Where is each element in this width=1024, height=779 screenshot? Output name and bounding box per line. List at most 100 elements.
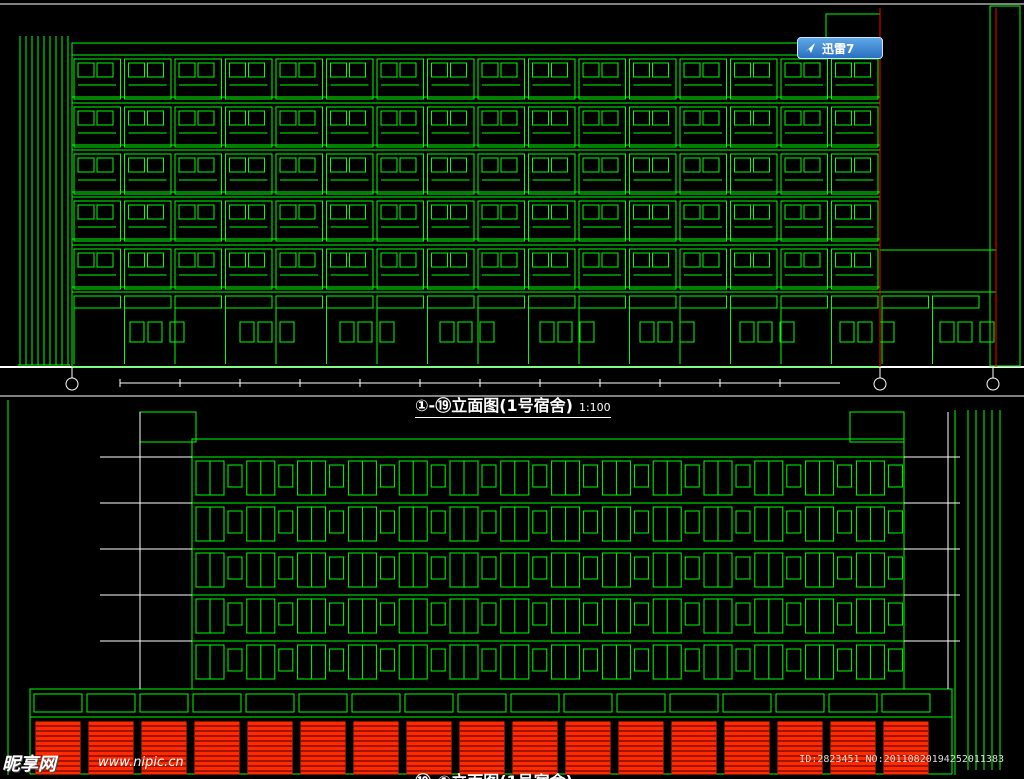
window-pane bbox=[229, 204, 246, 220]
axis-bubble bbox=[65, 377, 79, 391]
door-unit bbox=[430, 602, 446, 626]
door-unit bbox=[329, 464, 345, 488]
door-unit bbox=[786, 510, 802, 534]
door-unit bbox=[633, 464, 649, 488]
window-pane bbox=[551, 157, 568, 173]
clerestory-window bbox=[510, 693, 560, 713]
door-unit bbox=[837, 648, 853, 672]
door-unit bbox=[227, 648, 243, 672]
clerestory-window bbox=[578, 295, 626, 309]
window-pane bbox=[753, 110, 770, 126]
window-pane bbox=[128, 62, 145, 78]
window-pane bbox=[279, 204, 297, 220]
clerestory-window bbox=[275, 295, 323, 309]
window-pane bbox=[450, 204, 467, 220]
window-pane bbox=[77, 110, 95, 126]
window-pane bbox=[551, 252, 568, 268]
window-pane bbox=[702, 252, 720, 268]
window-pane bbox=[803, 204, 821, 220]
door-unit bbox=[786, 602, 802, 626]
clerestory-window bbox=[86, 693, 136, 713]
shop-door bbox=[439, 321, 455, 343]
window-pane bbox=[77, 252, 95, 268]
window-pane bbox=[784, 110, 802, 126]
window-pane bbox=[349, 157, 366, 173]
shop-door bbox=[457, 321, 473, 343]
window-pane bbox=[854, 252, 871, 268]
window-pane bbox=[702, 157, 720, 173]
door-unit bbox=[329, 602, 345, 626]
window-pane bbox=[229, 252, 246, 268]
elevation-drawing bbox=[0, 3, 1024, 775]
bird-icon bbox=[805, 43, 815, 53]
window-pane bbox=[96, 110, 114, 126]
window-pane bbox=[147, 252, 164, 268]
shop-door bbox=[539, 321, 555, 343]
window-pane bbox=[279, 62, 297, 78]
window-pane bbox=[652, 204, 669, 220]
window-pane bbox=[349, 252, 366, 268]
door-unit bbox=[481, 556, 497, 580]
window-pane bbox=[399, 252, 417, 268]
window-pane bbox=[450, 110, 467, 126]
watermark-logo: 昵享网 bbox=[2, 754, 56, 775]
window-pane bbox=[652, 62, 669, 78]
shop-door bbox=[147, 321, 163, 343]
window-pane bbox=[835, 157, 852, 173]
window-pane bbox=[197, 252, 215, 268]
shop-door bbox=[129, 321, 145, 343]
window-pane bbox=[481, 110, 499, 126]
door-unit bbox=[379, 648, 395, 672]
shop-door bbox=[479, 321, 495, 343]
window-pane bbox=[532, 157, 549, 173]
thunder-app-badge[interactable]: 迅雷7 bbox=[797, 37, 883, 59]
door-unit bbox=[633, 602, 649, 626]
window-pane bbox=[147, 157, 164, 173]
door-unit bbox=[735, 648, 751, 672]
door-unit bbox=[481, 464, 497, 488]
window-pane bbox=[248, 204, 265, 220]
window-pane bbox=[854, 110, 871, 126]
window-pane bbox=[147, 62, 164, 78]
window-pane bbox=[835, 62, 852, 78]
shop-door bbox=[169, 321, 185, 343]
shop-door bbox=[279, 321, 295, 343]
window-pane bbox=[248, 110, 265, 126]
door-unit bbox=[227, 510, 243, 534]
window-pane bbox=[803, 62, 821, 78]
door-unit bbox=[227, 602, 243, 626]
window-pane bbox=[784, 252, 802, 268]
door-unit bbox=[227, 464, 243, 488]
shop-door bbox=[357, 321, 373, 343]
window-pane bbox=[551, 204, 568, 220]
window-pane bbox=[652, 157, 669, 173]
shop-door bbox=[679, 321, 695, 343]
clerestory-window bbox=[679, 295, 727, 309]
window-pane bbox=[298, 252, 316, 268]
window-pane bbox=[197, 62, 215, 78]
window-pane bbox=[734, 110, 751, 126]
window-pane bbox=[582, 252, 600, 268]
window-pane bbox=[197, 157, 215, 173]
door-unit bbox=[735, 510, 751, 534]
door-unit bbox=[887, 602, 903, 626]
door-unit bbox=[786, 464, 802, 488]
shop-door bbox=[939, 321, 955, 343]
clerestory-window bbox=[404, 693, 454, 713]
shop-door bbox=[379, 321, 395, 343]
door-unit bbox=[430, 464, 446, 488]
roof-stair-tower-right bbox=[849, 411, 905, 443]
shop-door bbox=[579, 321, 595, 343]
top-elevation bbox=[0, 3, 1024, 391]
clerestory-window bbox=[33, 693, 83, 713]
window-pane bbox=[248, 62, 265, 78]
window-pane bbox=[349, 110, 366, 126]
shop-door bbox=[979, 321, 995, 343]
window-pane bbox=[128, 110, 145, 126]
window-pane bbox=[734, 204, 751, 220]
shop-door bbox=[239, 321, 255, 343]
roof-stair-tower-left bbox=[139, 411, 197, 443]
window-pane bbox=[349, 62, 366, 78]
window-pane bbox=[500, 252, 518, 268]
door-unit bbox=[583, 648, 599, 672]
